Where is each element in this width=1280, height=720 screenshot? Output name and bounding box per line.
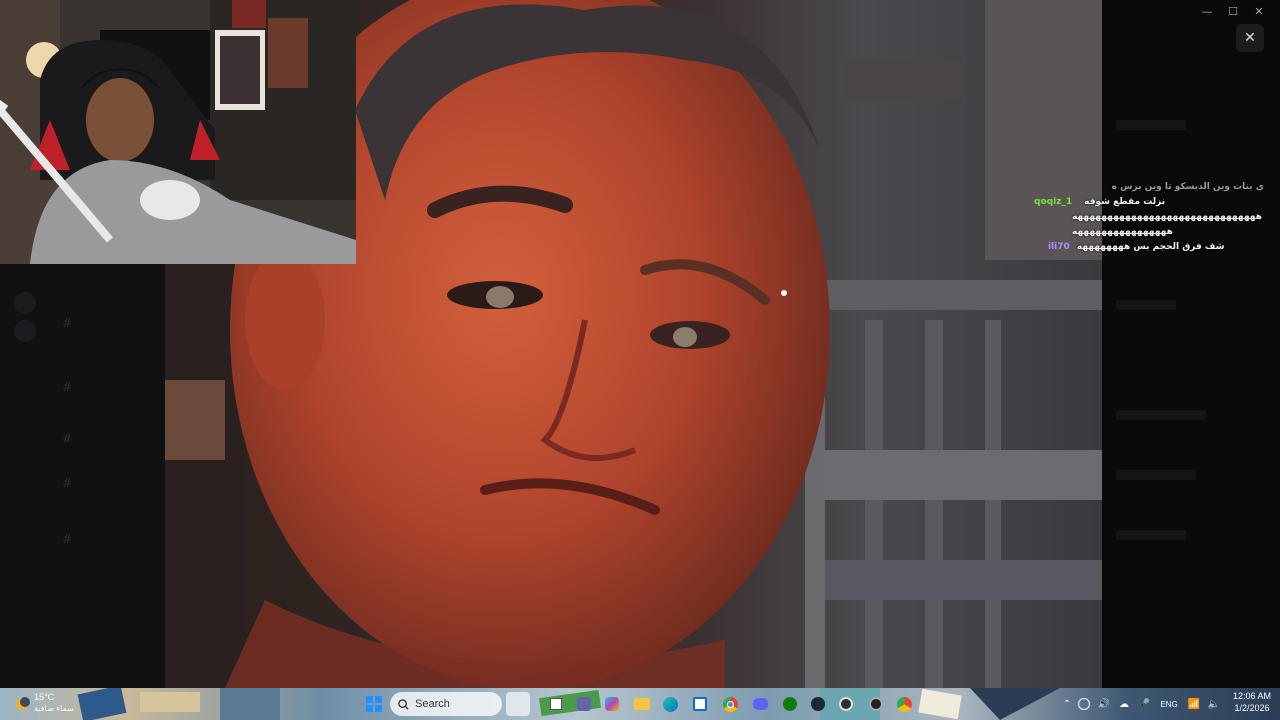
placeholder-row xyxy=(1116,120,1186,130)
chat-message: ili70 شف فرق الحجم بس ههههههههه xyxy=(1048,242,1224,252)
placeholder-row xyxy=(1116,300,1176,310)
moon-icon xyxy=(16,697,30,710)
chat-message: ي بنات وين الديسكو تا وين برس ه xyxy=(1112,182,1264,192)
channel-placeholder: # xyxy=(62,432,74,446)
placeholder-row xyxy=(1116,530,1186,540)
xbox-icon[interactable] xyxy=(778,692,802,716)
app-shape xyxy=(869,697,883,711)
server-icon xyxy=(14,292,36,314)
chrome-center xyxy=(726,700,734,708)
cloud-icon[interactable]: ☁ xyxy=(1114,694,1134,714)
task-view-icon[interactable] xyxy=(544,692,568,716)
chat-message: qoqiz_1 نزلت مقطع شوفه xyxy=(1034,197,1278,207)
weather-condition: سماء صافية xyxy=(34,704,74,713)
chat-username[interactable]: qoqiz_1 xyxy=(1034,197,1072,207)
placeholder-row xyxy=(1116,410,1206,420)
chrome-shape xyxy=(896,696,912,712)
chat-message-text: هههههههههههههههههههههههههههههههه xyxy=(1072,212,1262,222)
chat-message-text: ي بنات وين الديسكو تا وين برس ه xyxy=(1111,182,1264,192)
steam-icon[interactable] xyxy=(806,692,830,716)
steam-shape xyxy=(811,697,825,711)
window-controls: — ☐ ✕ xyxy=(1194,2,1272,20)
taskbar-clock[interactable]: 12:06 AM 1/2/2026 xyxy=(1226,690,1278,714)
webcam-overlay xyxy=(0,0,356,264)
edge-icon[interactable] xyxy=(658,692,682,716)
discord-shape xyxy=(752,698,768,710)
background-member-list xyxy=(1102,0,1280,690)
minimize-button[interactable]: — xyxy=(1194,2,1220,20)
chrome-shape xyxy=(722,696,738,712)
microphone-icon[interactable]: 🎤 xyxy=(1134,694,1154,714)
xbox-shape xyxy=(783,697,797,711)
chevron-up-icon[interactable]: ⌃ xyxy=(1060,694,1074,714)
chat-message: هههههههههههههههههههههههههههههههه xyxy=(1072,212,1262,222)
chat-message-text: نزلت مقطع شوفه xyxy=(1084,197,1166,207)
tray-app-icon[interactable] xyxy=(1074,694,1094,714)
weather-temperature: 15°C xyxy=(34,692,55,702)
search-placeholder: Search xyxy=(415,698,450,710)
search-icon xyxy=(398,698,409,710)
window-close-button[interactable]: ✕ xyxy=(1246,2,1272,20)
clock-date: 1/2/2026 xyxy=(1234,703,1270,713)
channel-placeholder: # xyxy=(62,316,74,330)
tray-circle xyxy=(1078,698,1090,710)
maximize-button[interactable]: ☐ xyxy=(1220,2,1246,20)
chat-message-text: ههههههههههههههههه xyxy=(1072,227,1173,237)
close-viewer-button[interactable]: ✕ xyxy=(1236,24,1264,52)
discord-icon[interactable] xyxy=(748,692,772,716)
placeholder-row xyxy=(1116,470,1196,480)
channel-placeholder: # xyxy=(62,476,74,490)
copilot-shape xyxy=(605,697,619,711)
copilot-icon[interactable] xyxy=(506,692,530,716)
chat-message-text: شف فرق الحجم بس ههههههههه xyxy=(1076,242,1225,252)
folder-shape xyxy=(634,698,650,710)
obs-shape xyxy=(839,697,853,711)
clock-time: 12:06 AM xyxy=(1232,691,1272,701)
app-icon[interactable] xyxy=(864,692,888,716)
volume-icon[interactable]: 🔊 xyxy=(1094,694,1114,714)
task-view-shape xyxy=(550,698,562,710)
copilot-app-icon[interactable] xyxy=(600,692,624,716)
start-button[interactable] xyxy=(362,692,386,716)
obs-icon[interactable] xyxy=(834,692,858,716)
teams-shape xyxy=(577,697,591,711)
wifi-icon[interactable]: 📶 xyxy=(1184,694,1204,714)
channel-placeholder: # xyxy=(62,380,74,394)
channel-placeholder: # xyxy=(62,532,74,546)
store-shape xyxy=(693,697,707,711)
close-icon: ✕ xyxy=(1244,30,1256,46)
weather-widget[interactable]: 15°C سماء صافية xyxy=(14,690,84,718)
taskbar-search[interactable]: Search xyxy=(390,692,502,716)
language-indicator[interactable]: ENG xyxy=(1154,694,1184,714)
background-sidebar: # # # # # xyxy=(0,264,165,690)
store-icon[interactable] xyxy=(688,692,712,716)
file-explorer-icon[interactable] xyxy=(630,692,654,716)
teams-icon[interactable] xyxy=(572,692,596,716)
chat-message: ههههههههههههههههه xyxy=(1072,227,1173,237)
windows-icon xyxy=(366,696,382,712)
chat-username[interactable]: ili70 xyxy=(1048,242,1070,252)
edge-shape xyxy=(662,696,678,712)
webcam-feed xyxy=(0,0,356,264)
server-icon xyxy=(14,320,36,342)
chrome-icon[interactable] xyxy=(718,692,742,716)
chrome-profile-icon[interactable] xyxy=(892,692,916,716)
speaker-icon[interactable]: 🔈 xyxy=(1204,694,1224,714)
system-tray: ⌃ 🔊 ☁ 🎤 ENG 📶 🔈 xyxy=(1060,688,1224,720)
